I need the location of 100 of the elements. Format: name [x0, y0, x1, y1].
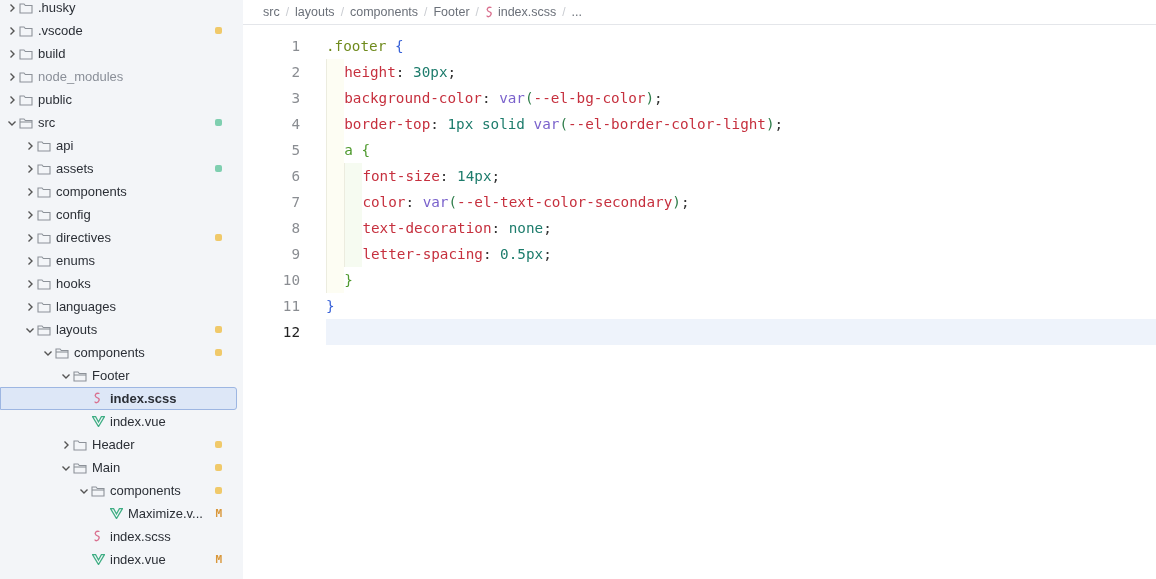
item-name: Header: [92, 437, 136, 452]
item-name: .husky: [38, 0, 77, 15]
code-text: font-size: 14px;: [362, 168, 501, 184]
line-number: 5: [290, 142, 301, 158]
indent-guide: [326, 267, 345, 293]
folder-item[interactable]: src: [0, 111, 237, 134]
line-number: 12: [281, 324, 301, 340]
open-folder-icon: [55, 346, 69, 359]
breadcrumb-separator: /: [475, 5, 479, 19]
folder-icon: [19, 93, 33, 106]
item-name: enums: [56, 253, 97, 268]
item-name: Main: [92, 460, 122, 475]
folder-icon: [19, 47, 33, 60]
folder-item[interactable]: Header: [0, 433, 237, 456]
folder-item[interactable]: components: [0, 479, 237, 502]
chevron-right-icon[interactable]: [25, 232, 35, 243]
line-number: 6: [290, 168, 301, 184]
code-text: border-top: 1px solid var(--el-border-color-light);: [344, 116, 784, 132]
folder-item[interactable]: Footer: [0, 364, 237, 387]
chevron-right-icon[interactable]: [25, 140, 35, 151]
folder-item[interactable]: hooks: [0, 272, 237, 295]
item-name: Maximize.v...: [128, 506, 204, 521]
folder-item[interactable]: layouts: [0, 318, 237, 341]
chevron-right-icon[interactable]: [7, 48, 17, 59]
folder-item[interactable]: components: [0, 341, 237, 364]
scss-file-icon: [93, 530, 103, 543]
code-text: a {: [344, 142, 370, 158]
code-text: .footer {: [326, 38, 404, 54]
chevron-right-icon[interactable]: [25, 186, 35, 197]
file-item[interactable]: Maximize.v... M: [0, 502, 237, 525]
chevron-right-icon[interactable]: [61, 439, 71, 450]
folder-item[interactable]: enums: [0, 249, 237, 272]
breadcrumb-item[interactable]: layouts: [295, 5, 335, 19]
folder-icon: [37, 139, 51, 152]
folder-icon: [37, 231, 51, 244]
chevron-right-icon[interactable]: [25, 209, 35, 220]
folder-icon: [37, 300, 51, 313]
indent-guide: [344, 241, 363, 267]
item-name: index.scss: [110, 391, 178, 406]
line-number: 1: [290, 38, 301, 54]
open-folder-icon: [73, 369, 87, 382]
code-text: }: [326, 298, 335, 314]
line-number: 2: [290, 64, 301, 80]
item-name: src: [38, 115, 57, 130]
chevron-right-icon[interactable]: [25, 255, 35, 266]
breadcrumb-item[interactable]: Footer: [433, 5, 470, 19]
breadcrumb-item[interactable]: components: [349, 5, 419, 19]
breadcrumb-item[interactable]: ...: [571, 5, 583, 19]
folder-item[interactable]: directives: [0, 226, 237, 249]
indent-guide: [326, 59, 345, 85]
chevron-right-icon[interactable]: [25, 278, 35, 289]
vue-file-icon: [91, 554, 105, 565]
chevron-right-icon[interactable]: [7, 94, 17, 105]
folder-item[interactable]: config: [0, 203, 237, 226]
chevron-right-icon[interactable]: [25, 301, 35, 312]
file-item[interactable]: index.scss: [0, 525, 237, 548]
folder-item[interactable]: assets: [0, 157, 237, 180]
vue-file-icon: [109, 508, 123, 519]
folder-item[interactable]: languages: [0, 295, 237, 318]
line-number: 9: [290, 246, 301, 262]
breadcrumb-item[interactable]: index.scss: [484, 5, 557, 19]
code-text: height: 30px;: [344, 64, 457, 80]
scss-file-icon: [93, 392, 103, 405]
file-item[interactable]: index.scss: [0, 387, 237, 410]
folder-icon: [19, 70, 33, 83]
chevron-right-icon[interactable]: [25, 163, 35, 174]
open-folder-icon: [73, 461, 87, 474]
modified-label: M: [215, 553, 222, 566]
line-number: 8: [290, 220, 301, 236]
folder-item[interactable]: .vscode: [0, 19, 237, 42]
item-name: components: [110, 483, 182, 498]
folder-icon: [19, 1, 33, 14]
folder-item[interactable]: api: [0, 134, 237, 157]
open-folder-icon: [19, 116, 33, 129]
folder-item[interactable]: components: [0, 180, 237, 203]
modified-label: M: [215, 507, 222, 520]
file-item[interactable]: index.vue M: [0, 548, 237, 571]
breadcrumb-item[interactable]: src: [263, 5, 280, 19]
code-text: background-color: var(--el-bg-color);: [344, 90, 663, 106]
item-name: directives: [56, 230, 112, 245]
folder-item[interactable]: build: [0, 42, 237, 65]
chevron-right-icon[interactable]: [7, 25, 17, 36]
folder-icon: [37, 162, 51, 175]
indent-guide: [344, 163, 363, 189]
item-name: components: [56, 184, 128, 199]
breadcrumb-separator: /: [340, 5, 344, 19]
file-item[interactable]: index.vue: [0, 410, 237, 433]
chevron-right-icon[interactable]: [7, 71, 17, 82]
breadcrumb-separator: /: [562, 5, 566, 19]
breadcrumb-separator: /: [424, 5, 428, 19]
folder-icon: [37, 185, 51, 198]
chevron-right-icon[interactable]: [7, 2, 17, 13]
code-text: letter-spacing: 0.5px;: [362, 246, 552, 262]
folder-icon: [73, 438, 87, 451]
item-name: index.scss: [110, 529, 172, 544]
open-folder-icon: [91, 484, 105, 497]
folder-item[interactable]: public: [0, 88, 237, 111]
folder-item[interactable]: Main: [0, 456, 237, 479]
item-name: build: [38, 46, 67, 61]
folder-item[interactable]: .husky: [0, 0, 237, 19]
